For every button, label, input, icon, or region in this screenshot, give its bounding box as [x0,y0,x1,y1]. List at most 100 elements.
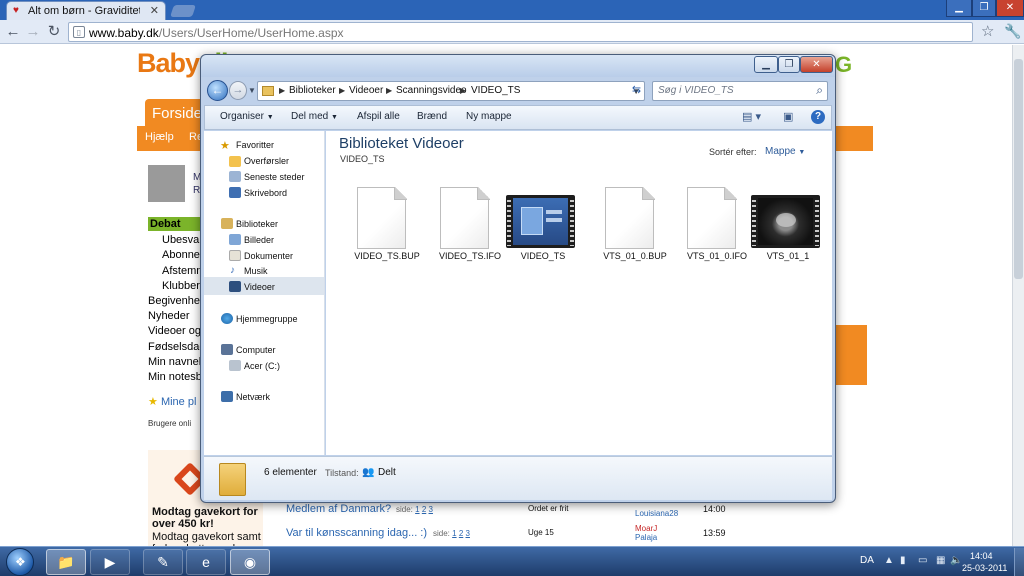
thread-title[interactable]: Var til kønsscanning idag... :) [286,527,427,539]
organize-button[interactable]: Organiser ▼ [220,111,274,122]
signal-icon[interactable]: ▮ [900,555,906,566]
menu-item[interactable]: Nyheder [148,310,190,322]
thread-time: 14:00 [703,504,726,514]
search-icon[interactable]: ⌕ [816,83,823,98]
thread-category: Uge 15 [528,528,554,537]
browser-tab[interactable]: ♥ Alt om børn - Graviditet, ... ✕ [6,1,166,20]
page-scrollbar[interactable] [1012,45,1024,546]
menu-item[interactable]: Fødselsdag [148,341,205,353]
share-with-button[interactable]: Del med ▼ [291,111,338,122]
file-item[interactable]: VIDEO_TS.IFO [417,181,501,273]
nav-pictures[interactable]: Billeder [244,235,274,245]
back-arrow-icon[interactable]: ← [207,80,228,101]
power-icon[interactable]: ▭ [918,555,927,566]
breadcrumb[interactable]: VIDEO_TS [471,85,520,96]
tab-close-icon[interactable]: ✕ [150,4,159,17]
clock-time[interactable]: 14:04 [970,551,993,561]
forward-arrow-icon[interactable]: → [229,81,247,100]
nav-desktop[interactable]: Skrivebord [244,188,287,198]
address-bar[interactable]: ▯ www.baby.dk/Users/UserHome/UserHome.as… [68,22,973,42]
breadcrumb[interactable]: Scanningsvideo [396,85,467,96]
mine-link[interactable]: ★ Mine pl [148,395,196,408]
nav-music[interactable]: Musik [244,266,268,276]
file-item[interactable]: VTS_01_0.IFO [664,181,747,273]
paint-taskbar-icon[interactable]: ✎ [143,549,183,575]
avatar[interactable] [148,165,185,202]
browser-minimize-button[interactable]: ▁ [946,0,972,17]
chrome-taskbar-icon[interactable]: ◉ [230,549,270,575]
thread-title[interactable]: Medlem af Danmark? [286,503,391,515]
wrench-menu-icon[interactable]: 🔧 [1004,23,1021,40]
nav-downloads[interactable]: Overførsler [244,156,289,166]
browser-maximize-button[interactable]: ❐ [972,0,996,17]
clock-date[interactable]: 25-03-2011 [962,563,1007,573]
file-item[interactable]: VIDEO_TS [506,181,580,273]
burn-button[interactable]: Brænd [417,111,447,122]
preview-pane-icon[interactable]: ▣ [783,110,793,123]
back-icon[interactable]: ← [4,23,22,41]
help-link[interactable]: Hjælp [145,131,174,143]
thread-user[interactable]: MoarJ Palaja [635,524,657,542]
explorer-taskbar-icon[interactable]: 📁 [46,549,86,575]
star-icon: ★ [220,140,230,152]
new-folder-button[interactable]: Ny mappe [466,111,512,122]
start-button[interactable]: ❖ [6,548,34,576]
nav-documents[interactable]: Dokumenter [244,251,293,261]
explorer-address-bar[interactable]: ▶ Biblioteker ▶ Videoer ▶ Scanningsvideo… [257,81,645,101]
language-indicator[interactable]: DA [860,555,874,566]
new-tab-button[interactable] [170,5,196,17]
menu-item[interactable]: Klubber [162,280,200,292]
forward-icon[interactable]: → [24,23,42,41]
nav-drive[interactable]: Acer (C:) [244,361,280,371]
recent-pages-dropdown-icon[interactable]: ▼ [248,86,256,95]
explorer-minimize-button[interactable]: ▁ [754,56,778,73]
file-item[interactable]: VTS_01_0.BUP [582,181,667,273]
explorer-maximize-button[interactable]: ❐ [778,56,800,73]
chevron-right-icon[interactable]: ▶ [460,86,466,95]
breadcrumb[interactable]: Biblioteker [289,85,336,96]
menu-item[interactable]: Min notesb [148,371,202,383]
nav-favorites[interactable]: Favoritter [236,140,274,150]
nav-homegroup[interactable]: Hjemmegruppe [236,314,298,324]
network-tray-icon[interactable]: ▦ [936,555,945,566]
nav-computer[interactable]: Computer [236,345,276,355]
tray-expand-icon[interactable]: ▲ [884,555,894,566]
reload-icon[interactable]: ↻ [45,23,63,41]
menu-item[interactable]: Ubesva [162,234,199,246]
breadcrumb[interactable]: Videoer [349,85,383,96]
explorer-search-input[interactable]: Søg i VIDEO_TS ⌕ [652,81,828,101]
bookmark-star-icon[interactable]: ☆ [981,22,994,40]
menu-item[interactable]: Videoer og [148,325,201,337]
chevron-right-icon[interactable]: ▶ [339,86,345,95]
volume-icon[interactable]: 🔈 [950,555,962,566]
nav-recent[interactable]: Seneste steder [244,172,305,182]
explorer-titlebar[interactable]: ▁ ❐ ✕ [201,55,835,77]
media-player-taskbar-icon[interactable]: ▶ [90,549,130,575]
scrollbar-thumb[interactable] [1014,59,1023,279]
menu-item[interactable]: Begivenhe [148,295,200,307]
thread-user[interactable]: Louisiana28 [635,509,678,518]
gift-headline[interactable]: Modtag gavekort for over 450 kr! [152,506,262,530]
tab-forside[interactable]: Forside [145,99,207,127]
refresh-icon[interactable]: ⇆ [628,81,645,99]
menu-header-debat[interactable]: Debat [148,217,208,231]
file-item[interactable]: VIDEO_TS.BUP [334,181,420,273]
chevron-right-icon[interactable]: ▶ [386,86,392,95]
internet-explorer-taskbar-icon[interactable]: e [186,549,226,575]
nav-network[interactable]: Netværk [236,392,270,402]
menu-item[interactable]: Min navnel [148,356,201,368]
menu-item[interactable]: Afstemn [162,265,202,277]
table-row[interactable]: Var til kønsscanning idag... :) side: 1 … [280,523,732,545]
browser-close-button[interactable]: ✕ [996,0,1024,17]
explorer-close-button[interactable]: ✕ [800,56,833,73]
nav-videos[interactable]: Videoer [244,282,275,292]
sort-dropdown[interactable]: Mappe ▼ [765,146,805,157]
view-options-icon[interactable]: ▤ ▾ [742,110,761,123]
show-desktop-button[interactable] [1014,548,1024,576]
file-item[interactable]: VTS_01_1 [751,181,825,273]
sort-label: Sortér efter: [709,147,757,157]
nav-libraries[interactable]: Biblioteker [236,219,278,229]
menu-item[interactable]: Abonne [162,249,200,261]
play-all-button[interactable]: Afspil alle [357,111,400,122]
help-icon[interactable]: ? [811,110,825,124]
